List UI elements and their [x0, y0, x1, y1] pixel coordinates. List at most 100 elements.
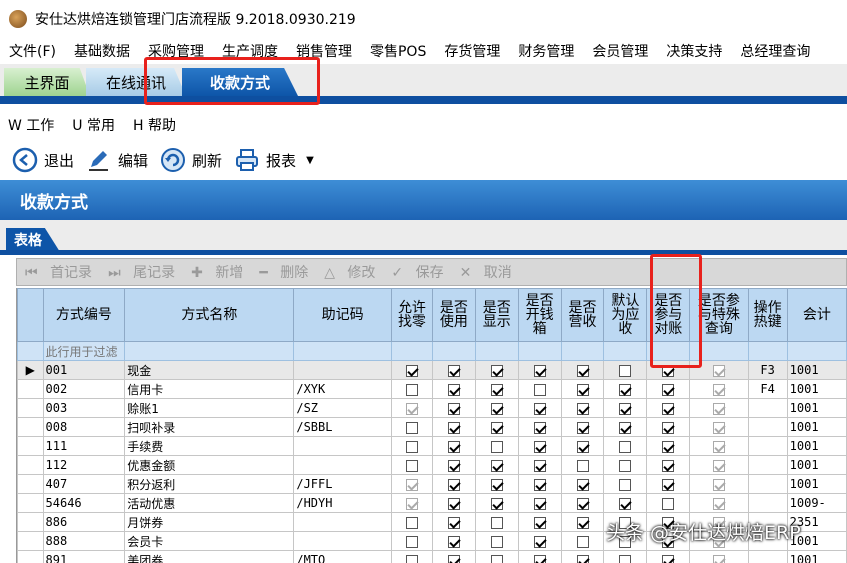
cell-hotkey[interactable] [747, 455, 788, 475]
submenu-help[interactable]: H 帮助 [133, 115, 176, 135]
menu-file[interactable]: 文件(F) [9, 41, 56, 61]
checkbox[interactable] [533, 440, 546, 453]
add-button[interactable]: ✚ 新增 [191, 262, 247, 282]
menu-finance[interactable]: 财务管理 [518, 41, 574, 61]
column-header-allow-change[interactable]: 允许找零 [390, 288, 433, 342]
checkbox[interactable] [490, 383, 503, 396]
cell-code[interactable]: 886 [42, 512, 126, 532]
checkbox[interactable] [533, 364, 546, 377]
delete-button[interactable]: ━ 删除 [259, 262, 312, 282]
cell-hotkey[interactable]: F4 [747, 379, 788, 399]
column-header-account[interactable]: 会计 [786, 288, 847, 342]
cell-account[interactable]: 1001 [786, 455, 847, 475]
checkbox[interactable] [619, 402, 632, 415]
checkbox[interactable] [405, 516, 418, 529]
cell-mnemonic[interactable]: /MTQ [293, 550, 392, 563]
checkbox[interactable] [533, 402, 546, 415]
checkbox[interactable] [490, 516, 503, 529]
cell-name[interactable]: 优惠金额 [124, 455, 295, 475]
checkbox[interactable] [405, 440, 418, 453]
column-header-name[interactable]: 方式名称 [124, 288, 295, 342]
checkbox[interactable] [619, 478, 632, 491]
checkbox[interactable] [712, 383, 725, 396]
checkbox[interactable] [490, 478, 503, 491]
column-header-hotkey[interactable]: 操作热键 [747, 288, 788, 342]
cell-mnemonic[interactable]: /SZ [293, 398, 392, 418]
checkbox[interactable] [405, 554, 418, 563]
checkbox[interactable] [447, 554, 460, 563]
checkbox[interactable] [712, 554, 725, 563]
checkbox[interactable] [619, 364, 632, 377]
table-row[interactable]: 112 优惠金额 1001 [17, 455, 847, 475]
cell-hotkey[interactable] [747, 493, 788, 513]
table-row[interactable]: 003 赊账1/SZ 1001 [17, 398, 847, 418]
checkbox[interactable] [533, 478, 546, 491]
table-row[interactable]: 407 积分返利/JFFL 1001 [17, 474, 847, 494]
checkbox[interactable] [662, 459, 675, 472]
cell-hotkey[interactable] [747, 398, 788, 418]
checkbox[interactable] [712, 402, 725, 415]
checkbox[interactable] [576, 402, 589, 415]
cell-code[interactable]: 003 [42, 398, 126, 418]
cell-name[interactable]: 月饼券 [124, 512, 295, 532]
checkbox[interactable] [533, 459, 546, 472]
modify-button[interactable]: △ 修改 [324, 262, 379, 282]
checkbox[interactable] [447, 459, 460, 472]
checkbox[interactable] [405, 383, 418, 396]
checkbox[interactable] [447, 421, 460, 434]
cell-account[interactable]: 1009- [786, 493, 847, 513]
checkbox[interactable] [490, 421, 503, 434]
checkbox[interactable] [405, 535, 418, 548]
checkbox[interactable] [576, 383, 589, 396]
cell-mnemonic[interactable]: /JFFL [293, 474, 392, 494]
checkbox[interactable] [447, 402, 460, 415]
checkbox[interactable] [662, 383, 675, 396]
cell-name[interactable]: 会员卡 [124, 531, 295, 551]
checkbox[interactable] [576, 459, 589, 472]
checkbox[interactable] [576, 478, 589, 491]
checkbox[interactable] [576, 497, 589, 510]
column-header-revenue[interactable]: 是否营收 [560, 288, 605, 342]
cell-code[interactable]: 001 [42, 360, 126, 380]
checkbox[interactable] [490, 497, 503, 510]
table-row[interactable]: 891 美团券/MTQ 1001 [17, 550, 847, 563]
checkbox[interactable] [712, 364, 725, 377]
table-row[interactable]: 008 扫呗补录/SBBL 1001 [17, 417, 847, 437]
column-header-in-use[interactable]: 是否使用 [431, 288, 476, 342]
edit-button[interactable]: 编辑 [86, 147, 148, 173]
column-header-code[interactable]: 方式编号 [42, 288, 126, 342]
checkbox[interactable] [490, 364, 503, 377]
checkbox[interactable] [619, 440, 632, 453]
cell-hotkey[interactable] [747, 474, 788, 494]
cell-name[interactable]: 积分返利 [124, 474, 295, 494]
menu-inventory[interactable]: 存货管理 [444, 41, 500, 61]
tab-home[interactable]: 主界面 [4, 68, 90, 96]
column-header-display[interactable]: 是否显示 [474, 288, 519, 342]
checkbox[interactable] [447, 440, 460, 453]
menu-basic-data[interactable]: 基础数据 [74, 41, 130, 61]
last-record-button[interactable]: ⏭ 尾记录 [108, 262, 179, 282]
checkbox[interactable] [447, 535, 460, 548]
checkbox[interactable] [576, 421, 589, 434]
checkbox[interactable] [490, 535, 503, 548]
refresh-button[interactable]: 刷新 [160, 147, 222, 173]
checkbox[interactable] [576, 554, 589, 563]
checkbox[interactable] [447, 497, 460, 510]
column-header-default-receivable[interactable]: 默认为应收 [603, 288, 648, 342]
filter-text[interactable]: 此行用于过滤 [42, 341, 126, 361]
chevron-down-icon[interactable]: ▼ [306, 155, 314, 166]
checkbox[interactable] [712, 497, 725, 510]
cell-account[interactable]: 1001 [786, 360, 847, 380]
checkbox[interactable] [662, 421, 675, 434]
cell-account[interactable]: 1001 [786, 474, 847, 494]
checkbox[interactable] [533, 535, 546, 548]
checkbox[interactable] [619, 383, 632, 396]
checkbox[interactable] [533, 516, 546, 529]
checkbox[interactable] [447, 478, 460, 491]
cell-mnemonic[interactable] [293, 360, 392, 380]
cell-code[interactable]: 112 [42, 455, 126, 475]
checkbox[interactable] [619, 497, 632, 510]
checkbox[interactable] [533, 497, 546, 510]
checkbox[interactable] [712, 459, 725, 472]
cell-name[interactable]: 扫呗补录 [124, 417, 295, 437]
